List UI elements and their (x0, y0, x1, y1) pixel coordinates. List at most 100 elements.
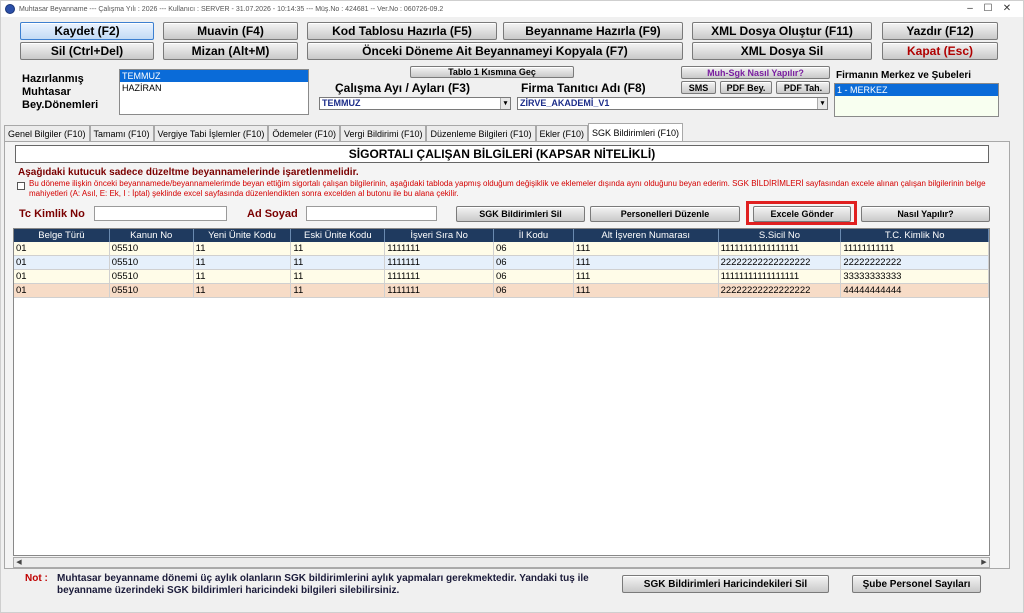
tab-taxable[interactable]: Vergiye Tabi İşlemler (F10) (153, 125, 269, 141)
table-cell[interactable]: 1111111 (385, 242, 495, 255)
name-input[interactable] (306, 206, 437, 221)
table-cell[interactable]: 01 (14, 256, 110, 269)
how-to-button-2[interactable]: Nasıl Yapılır? (861, 206, 990, 222)
chevron-down-icon[interactable]: ▾ (817, 98, 827, 109)
delete-other-button[interactable]: SGK Bildirimleri Haricindekileri Sil (622, 575, 829, 593)
table-cell[interactable]: 06 (494, 270, 574, 283)
table-cell[interactable]: 22222222222222222 (719, 256, 842, 269)
table-row[interactable]: 01 05510 11 11 1111111 06 111 11111111111111111… (14, 242, 989, 256)
table1-button[interactable]: Tablo 1 Kısmına Geç (410, 66, 574, 78)
muavin-button[interactable]: Muavin (F4) (163, 22, 298, 40)
tab-general[interactable]: Genel Bilgiler (F10) (4, 125, 90, 141)
chevron-down-icon[interactable]: ▾ (500, 98, 510, 109)
sms-button[interactable]: SMS (681, 81, 716, 94)
table-cell[interactable]: 06 (494, 242, 574, 255)
table-cell[interactable]: 1111111 (385, 284, 495, 297)
table-cell[interactable]: 11 (291, 242, 386, 255)
sgk-table[interactable]: Belge Türü Kanun No Yeni Ünite Kodu Eski… (13, 228, 990, 556)
column-header[interactable]: İl Kodu (494, 229, 574, 242)
correction-checkbox[interactable] (17, 182, 25, 190)
tab-payments[interactable]: Ödemeler (F10) (268, 125, 340, 141)
tab-all[interactable]: Tamamı (F10) (89, 125, 154, 141)
table-cell[interactable]: 11111111111 (841, 242, 989, 255)
list-item[interactable]: 1 - MERKEZ (835, 84, 998, 96)
table-cell[interactable]: 06 (494, 284, 574, 297)
xml-delete-button[interactable]: XML Dosya Sil (692, 42, 872, 60)
save-button[interactable]: Kaydet (F2) (20, 22, 154, 40)
minimize-icon[interactable]: – (963, 2, 977, 16)
table-cell[interactable]: 05510 (110, 242, 194, 255)
table-cell[interactable]: 11 (194, 256, 292, 269)
scroll-right-icon[interactable]: ▶ (979, 558, 989, 567)
tab-attachments[interactable]: Ekler (F10) (535, 125, 589, 141)
firm-select[interactable]: ZİRVE_AKADEMİ_V1 ▾ (517, 97, 828, 110)
tab-edit-info[interactable]: Düzenleme Bilgileri (F10) (426, 125, 536, 141)
column-header[interactable]: S.Sicil No (719, 229, 842, 242)
prepared-periods-label: Hazırlanmış Muhtasar Bey.Dönemleri (22, 73, 99, 111)
table-cell[interactable]: 01 (14, 242, 110, 255)
table-cell[interactable]: 1111111 (385, 256, 495, 269)
table-cell[interactable]: 11 (194, 270, 292, 283)
table-cell[interactable]: 22222222222 (841, 256, 989, 269)
tab-bar: Genel Bilgiler (F10) Tamamı (F10) Vergiy… (4, 123, 684, 141)
table-cell[interactable]: 01 (14, 284, 110, 297)
table-cell[interactable]: 44444444444 (841, 284, 989, 297)
column-header[interactable]: İşveri Sıra No (385, 229, 495, 242)
table-cell[interactable]: 111 (574, 256, 719, 269)
table-cell[interactable]: 33333333333 (841, 270, 989, 283)
table-cell[interactable]: 1111111 (385, 270, 495, 283)
column-header[interactable]: Yeni Ünite Kodu (194, 229, 292, 242)
tab-tax-report[interactable]: Vergi Bildirimi (F10) (339, 125, 427, 141)
table-cell[interactable]: 06 (494, 256, 574, 269)
column-header[interactable]: Alt İşveren Numarası (574, 229, 719, 242)
table-cell[interactable]: 01 (14, 270, 110, 283)
close-icon[interactable]: ✕ (1000, 2, 1014, 16)
work-period-select[interactable]: TEMMUZ ▾ (319, 97, 511, 110)
scroll-left-icon[interactable]: ◀ (14, 558, 24, 567)
column-header[interactable]: Belge Türü (14, 229, 110, 242)
column-header[interactable]: Eski Ünite Kodu (291, 229, 386, 242)
table-cell[interactable]: 111 (574, 242, 719, 255)
table-cell[interactable]: 11 (194, 284, 292, 297)
maximize-icon[interactable]: ☐ (981, 2, 995, 16)
column-header[interactable]: T.C. Kimlik No (841, 229, 989, 242)
copy-previous-button[interactable]: Önceki Döneme Ait Beyannameyi Kopyala (F… (307, 42, 683, 60)
warning-title: Aşağıdaki kutucuk sadece düzeltme beyann… (18, 167, 359, 178)
tc-input[interactable] (94, 206, 227, 221)
table-cell[interactable]: 22222222222222222 (719, 284, 842, 297)
pdf-bey-button[interactable]: PDF Bey. (720, 81, 772, 94)
table-row[interactable]: 01 05510 11 11 1111111 06 111 22222222222222222… (14, 256, 989, 270)
table-cell[interactable]: 05510 (110, 270, 194, 283)
table-cell[interactable]: 11111111111111111 (719, 270, 842, 283)
pdf-tah-button[interactable]: PDF Tah. (776, 81, 830, 94)
tab-sgk[interactable]: SGK Bildirimleri (F10) (588, 123, 684, 141)
list-item[interactable]: HAZİRAN (120, 82, 308, 94)
print-button[interactable]: Yazdır (F12) (882, 22, 998, 40)
prepared-periods-list[interactable]: TEMMUZ HAZİRAN (119, 69, 309, 115)
horizontal-scrollbar[interactable]: ◀ ▶ (13, 557, 990, 568)
code-table-button[interactable]: Kod Tablosu Hazırla (F5) (307, 22, 497, 40)
how-to-button[interactable]: Muh-Sgk Nasıl Yapılır? (681, 66, 830, 79)
list-item[interactable]: TEMMUZ (120, 70, 308, 82)
edit-staff-button[interactable]: Personelleri Düzenle (590, 206, 740, 222)
table-row[interactable]: 01 05510 11 11 1111111 06 111 22222222222222222… (14, 284, 989, 298)
branches-list[interactable]: 1 - MERKEZ (834, 83, 999, 117)
table-cell[interactable]: 11111111111111111 (719, 242, 842, 255)
delete-button[interactable]: Sil (Ctrl+Del) (20, 42, 154, 60)
branch-count-button[interactable]: Şube Personel Sayıları (852, 575, 981, 593)
table-cell[interactable]: 05510 (110, 256, 194, 269)
table-cell[interactable]: 111 (574, 270, 719, 283)
xml-create-button[interactable]: XML Dosya Oluştur (F11) (692, 22, 872, 40)
sgk-delete-button[interactable]: SGK Bildirimleri Sil (456, 206, 585, 222)
column-header[interactable]: Kanun No (110, 229, 194, 242)
table-cell[interactable]: 11 (291, 270, 386, 283)
table-cell[interactable]: 111 (574, 284, 719, 297)
prepare-declaration-button[interactable]: Beyanname Hazırla (F9) (503, 22, 683, 40)
table-cell[interactable]: 11 (291, 284, 386, 297)
table-cell[interactable]: 11 (291, 256, 386, 269)
table-cell[interactable]: 05510 (110, 284, 194, 297)
close-button[interactable]: Kapat (Esc) (882, 42, 998, 60)
table-row[interactable]: 01 05510 11 11 1111111 06 111 11111111111111111… (14, 270, 989, 284)
table-cell[interactable]: 11 (194, 242, 292, 255)
mizan-button[interactable]: Mizan (Alt+M) (163, 42, 298, 60)
